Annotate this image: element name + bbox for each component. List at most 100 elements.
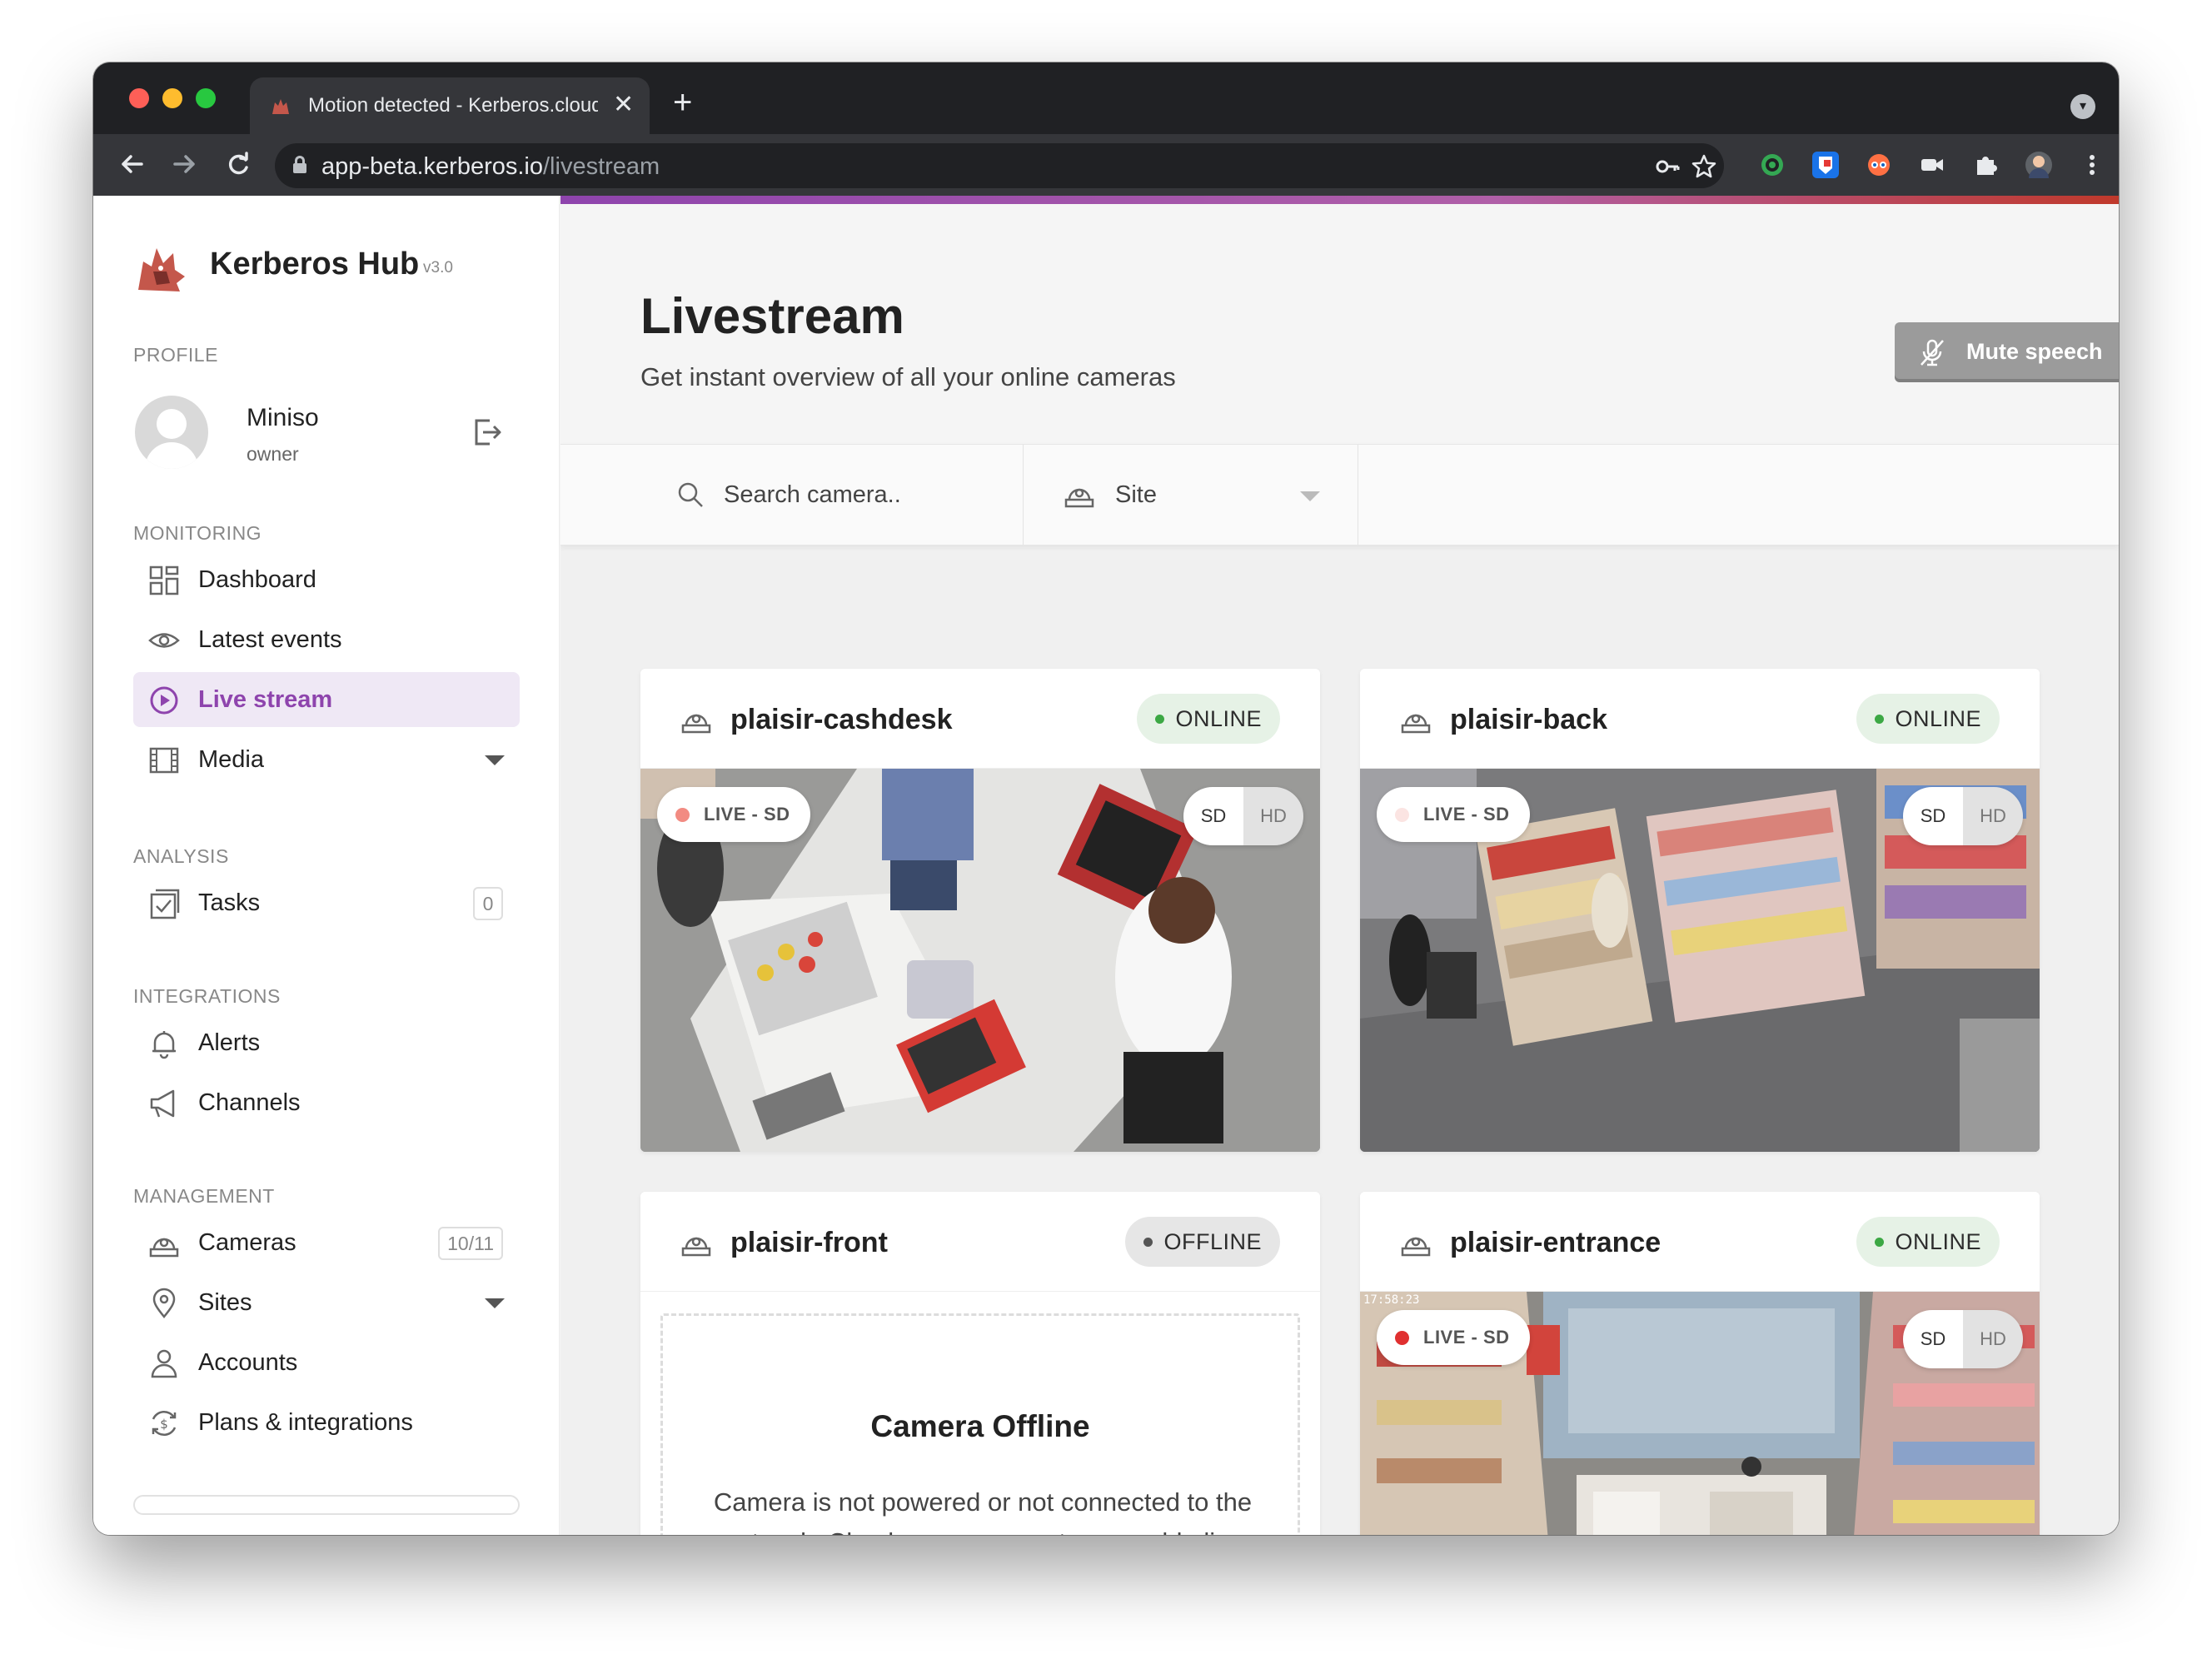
search-icon <box>675 480 705 510</box>
camera-feed-video[interactable]: 17:58:23 LIVE - SD SD HD <box>1360 1292 2040 1535</box>
kerberos-logo-icon[interactable] <box>133 242 188 296</box>
page-subtitle: Get instant overview of all your online … <box>640 362 1176 391</box>
more-icon[interactable] <box>2079 152 2105 178</box>
brand-version: v3.0 <box>423 259 453 276</box>
user-role: owner <box>247 443 299 465</box>
chevron-down-icon[interactable] <box>485 1298 505 1308</box>
camera-card-header: plaisir-entrance ONLINE <box>1360 1192 2040 1292</box>
sidebar-item-latest-events[interactable]: Latest events <box>133 612 520 667</box>
camera-feed-video[interactable]: LIVE - SD SD HD <box>640 769 1320 1152</box>
chevron-down-icon <box>1300 491 1320 501</box>
sidebar-item-label: Live stream <box>198 686 333 713</box>
browser-tab-active[interactable]: Motion detected - Kerberos.cloud ✕ <box>250 77 650 134</box>
brand-name: Kerberos Hub <box>210 247 420 281</box>
quality-toggle[interactable]: SD HD <box>1903 1310 2023 1368</box>
eye-icon <box>148 625 180 656</box>
feed-timestamp: 17:58:23 <box>1363 1293 1420 1307</box>
sidebar-item-plans[interactable]: $ Plans & integrations <box>133 1395 520 1450</box>
camera-name[interactable]: plaisir-cashdesk <box>730 704 952 736</box>
camera-card: plaisir-cashdesk ONLINE LIVE - SD SD HD <box>640 669 1320 1152</box>
tasks-count-badge: 0 <box>473 887 503 920</box>
offline-title: Camera Offline <box>870 1409 1090 1443</box>
avatar[interactable] <box>135 396 208 469</box>
key-icon[interactable] <box>1654 153 1681 186</box>
browser-window: Motion detected - Kerberos.cloud ✕ + ▾ a… <box>93 62 2119 1535</box>
kerberos-app: Kerberos Hub v3.0 PROFILE Miniso owner M… <box>93 196 2119 1535</box>
camera-name[interactable]: plaisir-back <box>1450 704 1607 736</box>
filter-bar: Search camera.. Site <box>560 444 2119 546</box>
live-dot-icon <box>675 808 690 822</box>
extension-glasses-icon[interactable] <box>1866 152 1892 178</box>
extension-shield-icon[interactable] <box>1812 152 1839 178</box>
sidebar-item-tasks[interactable]: Tasks 0 <box>133 875 520 930</box>
extension-video-icon[interactable] <box>1919 152 1945 178</box>
sidebar-item-label: Alerts <box>198 1029 261 1056</box>
live-dot-icon <box>1395 808 1409 822</box>
quality-hd-button[interactable]: HD <box>1963 787 2023 845</box>
quality-toggle[interactable]: SD HD <box>1183 787 1303 845</box>
quality-sd-button[interactable]: SD <box>1903 1310 1963 1368</box>
user-name: Miniso <box>247 404 319 431</box>
microphone-off-icon <box>1918 338 1946 366</box>
sidebar-item-cameras[interactable]: Cameras 10/11 <box>133 1215 520 1270</box>
play-circle-icon <box>148 685 180 716</box>
sidebar-item-label: Media <box>198 746 264 773</box>
lock-icon <box>293 156 306 174</box>
sidebar-item-alerts[interactable]: Alerts <box>133 1015 520 1070</box>
sidebar-item-accounts[interactable]: Accounts <box>133 1335 520 1390</box>
sidebar-item-label: Accounts <box>198 1349 298 1376</box>
bell-icon <box>148 1028 180 1059</box>
sidebar-item-sites[interactable]: Sites <box>133 1275 520 1330</box>
camera-feed-video[interactable]: LIVE - SD SD HD <box>1360 769 2040 1152</box>
tab-title: Motion detected - Kerberos.cloud <box>308 94 598 117</box>
sidebar-item-media[interactable]: Media <box>133 732 520 787</box>
mute-speech-button[interactable]: Mute speech <box>1895 322 2119 382</box>
sidebar-item-channels[interactable]: Channels <box>133 1075 520 1130</box>
tab-search-icon[interactable]: ▾ <box>2070 94 2095 119</box>
extensions-puzzle-icon[interactable] <box>1972 152 1999 178</box>
extension-target-icon[interactable] <box>1759 152 1786 178</box>
page-header: Livestream Get instant overview of all y… <box>560 204 2119 444</box>
minimize-window-button[interactable] <box>162 88 182 108</box>
star-icon[interactable] <box>1691 153 1717 186</box>
chevron-down-icon[interactable] <box>485 755 505 765</box>
status-badge: OFFLINE <box>1125 1217 1280 1267</box>
search-input[interactable]: Search camera.. <box>560 445 1024 545</box>
back-icon[interactable] <box>117 147 147 188</box>
tasks-icon <box>148 888 180 919</box>
sidebar-item-label: Cameras <box>198 1229 296 1256</box>
close-window-button[interactable] <box>129 88 149 108</box>
live-dot-icon <box>1395 1331 1409 1345</box>
section-label-management: MANAGEMENT <box>133 1185 275 1207</box>
site-select-label: Site <box>1115 481 1157 508</box>
site-select[interactable]: Site <box>1024 445 1358 545</box>
sidebar-scrollbar[interactable] <box>133 1495 520 1515</box>
maximize-window-button[interactable] <box>196 88 216 108</box>
address-bar[interactable]: app-beta.kerberos.io/livestream <box>275 143 1724 188</box>
new-tab-button[interactable]: + <box>673 86 692 119</box>
camera-card: plaisir-entrance ONLINE 17:58:23 LIVE - … <box>1360 1192 2040 1535</box>
film-icon <box>148 745 180 776</box>
camera-offline-panel: Camera Offline Camera is not powered or … <box>660 1313 1300 1535</box>
profile-avatar-icon[interactable] <box>2025 152 2052 178</box>
sidebar-item-live-stream[interactable]: Live stream <box>133 672 520 727</box>
quality-sd-button[interactable]: SD <box>1903 787 1963 845</box>
tab-close-icon[interactable]: ✕ <box>613 91 634 119</box>
sidebar-item-dashboard[interactable]: Dashboard <box>133 552 520 607</box>
status-badge: ONLINE <box>1856 1217 2000 1267</box>
logout-icon[interactable] <box>470 416 503 449</box>
camera-name[interactable]: plaisir-entrance <box>1450 1227 1661 1259</box>
quality-hd-button[interactable]: HD <box>1243 787 1303 845</box>
dashboard-icon <box>148 565 180 596</box>
quality-hd-button[interactable]: HD <box>1963 1310 2023 1368</box>
main-content: Livestream Get instant overview of all y… <box>560 196 2119 1535</box>
sidebar-item-label: Dashboard <box>198 566 316 593</box>
quality-toggle[interactable]: SD HD <box>1903 787 2023 845</box>
section-label-profile: PROFILE <box>133 344 218 366</box>
section-label-integrations: INTEGRATIONS <box>133 985 281 1007</box>
forward-icon[interactable] <box>170 147 200 188</box>
quality-sd-button[interactable]: SD <box>1183 787 1243 845</box>
camera-name[interactable]: plaisir-front <box>730 1227 888 1259</box>
camera-icon <box>1400 1227 1432 1258</box>
reload-icon[interactable] <box>223 147 253 188</box>
